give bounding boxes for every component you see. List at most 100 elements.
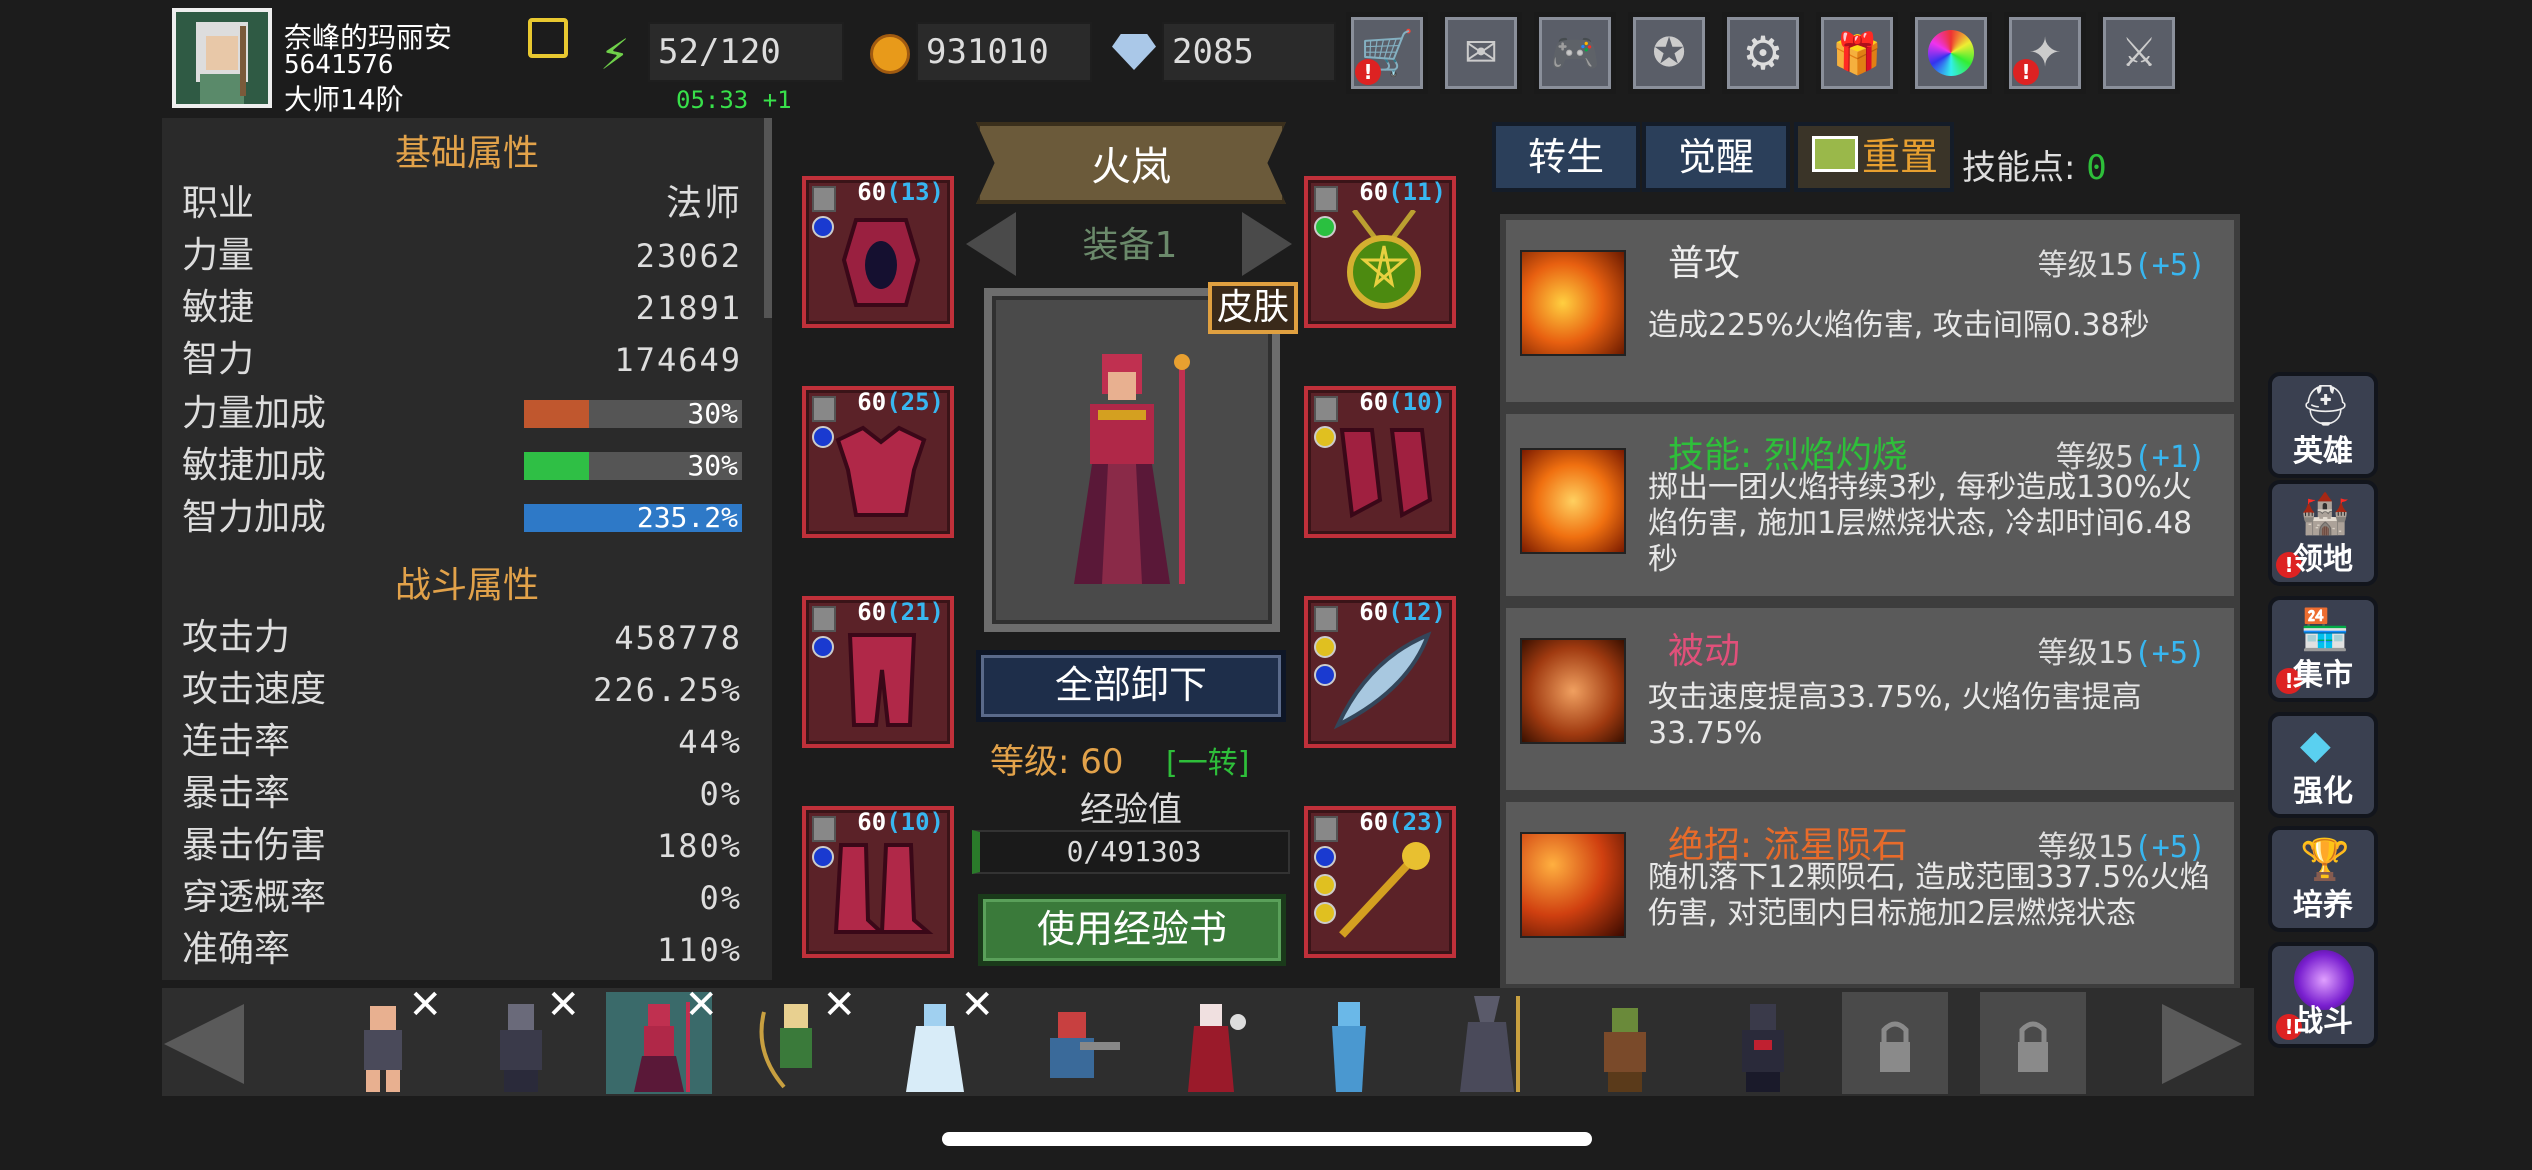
- skill-level: 等级15(+5): [2037, 636, 2206, 671]
- battle-swords-icon[interactable]: ⚔: [2098, 12, 2180, 94]
- close-icon[interactable]: ✕: [408, 982, 442, 1028]
- close-icon[interactable]: ✕: [960, 982, 994, 1028]
- close-icon[interactable]: ✕: [684, 982, 718, 1028]
- hero-slot-locked[interactable]: [1842, 992, 1948, 1094]
- prev-equip-set-arrow-icon[interactable]: [966, 212, 1016, 276]
- exp-bar: 0/491303: [972, 830, 1290, 874]
- exp-label: 经验值: [1080, 790, 1182, 830]
- gem-icon: [1112, 34, 1156, 70]
- hero-name: 火岚: [1091, 144, 1171, 190]
- skill-description: 随机落下12颗陨石, 造成范围337.5%火焰伤害, 对范围内目标施加2层燃烧状…: [1648, 860, 2210, 931]
- stat-row: 攻击速度 226.25%: [182, 669, 742, 710]
- basic-attack-skill-icon: [1520, 250, 1626, 356]
- color-wheel-icon[interactable]: [1910, 12, 1992, 94]
- hero-slot-dark-knight[interactable]: [1710, 992, 1816, 1094]
- gold-value: 931010: [916, 22, 1092, 82]
- skill-card-flame-burn[interactable]: 技能: 烈焰灼烧 等级5(+1) 掷出一团火焰持续3秒, 每秒造成130%火焰伤…: [1500, 408, 2240, 602]
- equip-slot-gloves[interactable]: 60(10): [1304, 386, 1456, 538]
- reset-skills-button[interactable]: 重置: [1794, 122, 1954, 192]
- hero-slot-warrior-woman[interactable]: ✕: [330, 982, 442, 1094]
- skill-card-basic-attack[interactable]: 普攻 等级15(+5) 造成225%火焰伤害, 攻击间隔0.38秒: [1500, 214, 2240, 408]
- hero-portrait: [984, 288, 1280, 632]
- equip-slot-helmet[interactable]: 60(13): [802, 176, 954, 328]
- edit-name-icon[interactable]: [528, 18, 568, 58]
- skill-description: 掷出一团火焰持续3秒, 每秒造成130%火焰伤害, 施加1层燃烧状态, 冷却时间…: [1648, 470, 2193, 577]
- tab-rebirth[interactable]: 转生: [1492, 122, 1640, 192]
- equip-slot-amulet[interactable]: 60(11): [1304, 176, 1456, 328]
- hero-slot-dwarf-gunner[interactable]: [1020, 992, 1126, 1094]
- home-indicator[interactable]: [942, 1132, 1592, 1146]
- guild-icon[interactable]: ✪: [1628, 12, 1710, 94]
- skill-card-meteor-ultimate[interactable]: 绝招: 流星陨石 等级15(+5) 随机落下12颗陨石, 造成范围337.5%火…: [1500, 796, 2240, 990]
- gamepad-icon[interactable]: 🎮: [1534, 12, 1616, 94]
- hero-slot-dark-priest[interactable]: [1434, 992, 1540, 1094]
- side-menu-market[interactable]: 🏪! 集市: [2268, 596, 2378, 702]
- hero-slot-fire-mage-selected[interactable]: ✕: [606, 982, 718, 1094]
- agility-bonus-bar: 30%: [524, 452, 742, 480]
- stat-row: 暴击率 0%: [182, 773, 742, 814]
- equip-set-label: 装备1: [1082, 225, 1178, 266]
- castle-icon: 🏰: [2300, 491, 2350, 537]
- basic-attributes-title: 基础属性: [394, 133, 539, 174]
- side-menu-enhance[interactable]: ◆ 强化: [2268, 712, 2378, 818]
- alert-badge: !: [1355, 59, 1381, 85]
- side-menu-cultivate[interactable]: 🏆 培养: [2268, 826, 2378, 932]
- use-exp-book-button[interactable]: 使用经验书: [978, 894, 1286, 966]
- unequip-all-button[interactable]: 全部卸下: [976, 650, 1286, 722]
- skill-description: 攻击速度提高33.75%, 火焰伤害提高33.75%: [1648, 680, 2142, 751]
- passive-skill-icon: [1520, 638, 1626, 744]
- hero-slot-water-spirit[interactable]: [1296, 992, 1402, 1094]
- equip-slot-boots[interactable]: 60(10): [802, 806, 954, 958]
- player-avatar[interactable]: [172, 8, 272, 108]
- gold-icon: [870, 34, 910, 74]
- stat-row: 攻击力 458778: [182, 617, 742, 658]
- hero-slot-goblin-rogue[interactable]: [1572, 992, 1678, 1094]
- skill-points: 技能点: 0: [1962, 148, 2107, 188]
- equip-slot-armor[interactable]: 60(25): [802, 386, 954, 538]
- skill-card-passive[interactable]: 被动 等级15(+5) 攻击速度提高33.75%, 火焰伤害提高33.75%: [1500, 602, 2240, 796]
- settings-icon[interactable]: ⚙: [1722, 12, 1804, 94]
- gem-value: 2085: [1162, 22, 1336, 82]
- equip-slot-weapon-staff[interactable]: 60(23): [1304, 806, 1456, 958]
- hero-slot-locked[interactable]: [1980, 992, 2086, 1094]
- skill-description: 造成225%火焰伤害, 攻击间隔0.38秒: [1648, 308, 2150, 343]
- event-icon[interactable]: ✦!: [2004, 12, 2086, 94]
- hero-list-next-arrow-icon[interactable]: [2162, 1004, 2242, 1084]
- attribute-panel: 基础属性 职业 法师 力量 23062 敏捷 21891 智力 174649 力量加成 3…: [162, 118, 772, 980]
- skill-name: 普攻: [1668, 243, 1741, 284]
- side-menu-battle[interactable]: ! 战斗: [2268, 942, 2378, 1048]
- stat-row: 连击率 44%: [182, 721, 742, 762]
- gift-icon[interactable]: 🎁: [1816, 12, 1898, 94]
- meteor-skill-icon: [1520, 832, 1626, 938]
- hero-list-prev-arrow-icon[interactable]: [164, 1004, 244, 1084]
- energy-timer: 05:33 +1: [676, 86, 792, 114]
- close-icon[interactable]: ✕: [822, 982, 856, 1028]
- next-equip-set-arrow-icon[interactable]: [1242, 212, 1292, 276]
- crystal-icon: ◆: [2300, 722, 2331, 768]
- stat-row: 智力 174649: [182, 339, 742, 380]
- skin-button[interactable]: 皮肤: [1208, 282, 1298, 334]
- close-icon[interactable]: ✕: [546, 982, 580, 1028]
- stat-row: 准确率 110%: [182, 929, 742, 970]
- side-menu-territory[interactable]: 🏰! 领地: [2268, 480, 2378, 586]
- equip-slot-legs[interactable]: 60(21): [802, 596, 954, 748]
- tab-awaken[interactable]: 觉醒: [1642, 122, 1790, 192]
- bonus-row: 力量加成 30%: [182, 388, 742, 440]
- player-id: 5641576: [284, 50, 394, 80]
- hero-rebirth-tier: [一转]: [1166, 746, 1250, 781]
- alert-badge: !: [2013, 59, 2039, 85]
- strength-bonus-bar: 30%: [524, 400, 742, 428]
- equip-slot-offhand[interactable]: 60(12): [1304, 596, 1456, 748]
- player-rank: 大师14阶: [284, 83, 404, 116]
- hero-slot-elf-archer[interactable]: ✕: [744, 982, 856, 1094]
- hero-slot-knight[interactable]: ✕: [468, 982, 580, 1094]
- hero-slot-ice-mage[interactable]: ✕: [882, 982, 994, 1094]
- mail-icon[interactable]: ✉: [1440, 12, 1522, 94]
- shop-icon[interactable]: 🛒!: [1346, 12, 1428, 94]
- combat-attributes-title: 战斗属性: [394, 565, 539, 606]
- hero-slot-vampire[interactable]: [1158, 992, 1264, 1094]
- side-menu-hero[interactable]: ⛑ 英雄: [2268, 372, 2378, 478]
- skill-name: 被动: [1668, 631, 1741, 672]
- bonus-row: 智力加成 235.2%: [182, 492, 742, 544]
- bonus-row: 敏捷加成 30%: [182, 440, 742, 492]
